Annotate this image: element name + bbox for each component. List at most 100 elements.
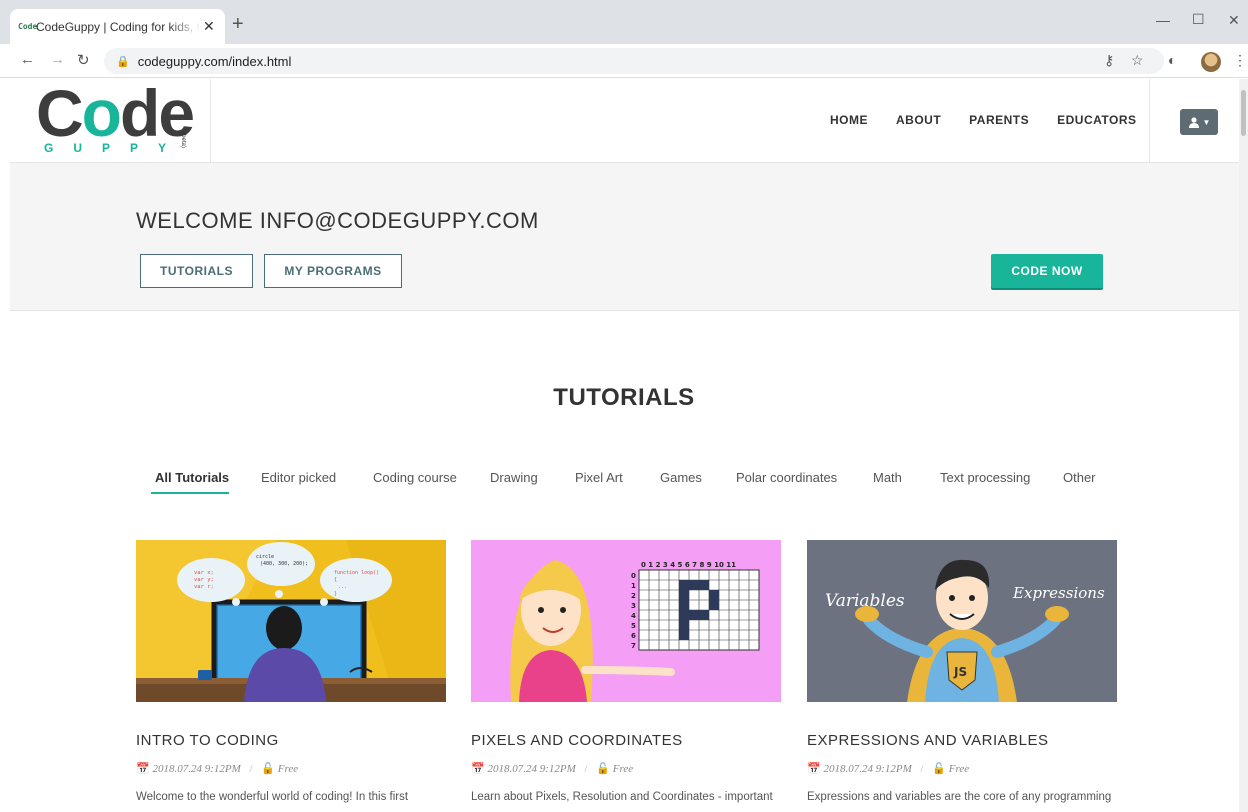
card-access: Free [612, 763, 634, 775]
meta-separator: / [920, 763, 924, 775]
unlock-icon: 🔓 [596, 763, 611, 775]
page-scrollbar[interactable] [1239, 79, 1248, 812]
expressions-word: Expressions [1012, 584, 1105, 602]
card-description: Learn about Pixels, Resolution and Coord… [471, 791, 773, 803]
grid-row-label: 7 [631, 642, 636, 650]
scrollbar-thumb[interactable] [1241, 90, 1246, 136]
code-now-button[interactable]: CODE NOW [991, 254, 1103, 288]
unlock-icon: 🔓 [261, 763, 276, 775]
caret-down-icon: ▼ [1202, 117, 1211, 127]
bookmark-star-icon[interactable]: ☆ [1131, 52, 1144, 69]
nav-educators[interactable]: EDUCATORS [1057, 113, 1136, 127]
grid-row-label: 6 [631, 632, 636, 640]
tutorial-filter-tabs: All Tutorials Editor picked Coding cours… [0, 470, 1248, 500]
tutorial-thumbnail[interactable]: var x; var y; var r; circle (400, 300, 200)… [136, 540, 446, 702]
tutorial-thumbnail[interactable]: JS Variables Expressions [807, 540, 1117, 702]
card-date: 2018.07.24 9:12PM [823, 763, 912, 775]
welcome-title: WELCOME INFO@CODEGUPPY.COM [136, 208, 539, 233]
logo-subtitle: GUPPY [44, 141, 187, 155]
filter-other[interactable]: Other [1063, 470, 1096, 485]
card-meta: 📅 2018.07.24 9:12PM / 🔓 Free [136, 762, 298, 775]
nav-parents[interactable]: PARENTS [969, 113, 1029, 127]
card-access: Free [948, 763, 970, 775]
grid-column-labels: 0 1 2 3 4 5 6 7 8 9 10 11 [641, 561, 736, 569]
filter-editor-picked[interactable]: Editor picked [261, 470, 336, 485]
grid-row-label: 1 [631, 582, 636, 590]
logo-beta-label: (beta) [179, 132, 186, 148]
variables-word: Variables [825, 591, 905, 611]
tab-close-icon[interactable]: ✕ [203, 18, 215, 35]
card-description: Welcome to the wonderful world of coding… [136, 791, 409, 803]
calendar-icon: 📅 [136, 763, 150, 775]
tutorial-card-intro-to-coding[interactable]: var x; var y; var r; circle (400, 300, 200)… [136, 540, 446, 803]
card-meta: 📅 2018.07.24 9:12PM / 🔓 Free [807, 762, 969, 775]
user-menu-button[interactable]: ▼ [1180, 109, 1218, 135]
meta-separator: / [584, 763, 588, 775]
codeguppy-favicon-icon: Code [18, 21, 38, 31]
address-bar[interactable]: 🔒 codeguppy.com/index.html [104, 48, 1164, 74]
grid-row-label: 3 [631, 602, 636, 610]
calendar-icon: 📅 [471, 763, 485, 775]
logo-wordmark: Code [36, 76, 195, 150]
svg-text:var x;var y;var r;: var x; var y; var r; [194, 570, 214, 590]
tutorial-thumbnail[interactable]: 0 1 2 3 4 5 6 7 8 9 10 11 0 1 2 3 4 5 6 … [471, 540, 781, 702]
calendar-icon: 📅 [807, 763, 821, 775]
grid-row-label: 0 [631, 572, 636, 580]
my-programs-button[interactable]: MY PROGRAMS [264, 254, 402, 288]
filter-all-tutorials[interactable]: All Tutorials [155, 470, 229, 485]
grid-row-label: 2 [631, 592, 636, 600]
filter-math[interactable]: Math [873, 470, 902, 485]
filter-polar-coordinates[interactable]: Polar coordinates [736, 470, 837, 485]
browser-tab-strip: Code CodeGuppy | Coding for kids, teens … [0, 0, 1248, 44]
new-tab-button[interactable]: + [232, 14, 244, 34]
tutorial-card-pixels-and-coordinates[interactable]: 0 1 2 3 4 5 6 7 8 9 10 11 0 1 2 3 4 5 6 … [471, 540, 781, 803]
filter-games[interactable]: Games [660, 470, 702, 485]
coder-at-desk-illustration: var x; var y; var r; circle (400, 300, 200)… [136, 540, 446, 702]
browser-toolbar: ← → ↻ 🔒 codeguppy.com/index.html ⚷ ☆ ◐ ⋮ [0, 44, 1248, 78]
active-filter-underline [151, 492, 229, 494]
menu-dots-icon[interactable]: ⋮ [1233, 52, 1247, 69]
js-badge: JS [953, 665, 967, 679]
unlock-icon: 🔓 [932, 763, 947, 775]
main-nav: HOME ABOUT PARENTS EDUCATORS [830, 113, 1165, 127]
nav-about[interactable]: ABOUT [896, 113, 941, 127]
card-date: 2018.07.24 9:12PM [487, 763, 576, 775]
browser-tab[interactable]: Code CodeGuppy | Coding for kids, teens … [10, 9, 225, 44]
nav-divider [1149, 79, 1150, 163]
card-title[interactable]: EXPRESSIONS AND VARIABLES [807, 732, 1048, 749]
tutorials-button[interactable]: TUTORIALS [140, 254, 253, 288]
filter-pixel-art[interactable]: Pixel Art [575, 470, 623, 485]
card-title[interactable]: PIXELS AND COORDINATES [471, 732, 683, 749]
filter-text-processing[interactable]: Text processing [940, 470, 1030, 485]
meta-separator: / [249, 763, 253, 775]
key-icon[interactable]: ⚷ [1104, 52, 1114, 69]
card-meta: 📅 2018.07.24 9:12PM / 🔓 Free [471, 762, 633, 775]
welcome-band: WELCOME INFO@CODEGUPPY.COM TUTORIALS MY … [10, 163, 1239, 311]
card-date: 2018.07.24 9:12PM [152, 763, 241, 775]
filter-coding-course[interactable]: Coding course [373, 470, 457, 485]
tutorial-card-expressions-and-variables[interactable]: JS Variables Expressions EXPRESSIONS AND… [807, 540, 1117, 803]
back-arrow-icon[interactable]: ← [20, 51, 35, 68]
card-description: Expressions and variables are the core o… [807, 791, 1112, 803]
profile-avatar[interactable] [1201, 52, 1221, 72]
filter-drawing[interactable]: Drawing [490, 470, 538, 485]
tutorials-section-title: TUTORIALS [553, 384, 695, 411]
site-header: Code GUPPY (beta) HOME ABOUT PARENTS EDU… [10, 76, 1239, 163]
window-minimize-button[interactable]: — [1156, 12, 1170, 28]
window-close-button[interactable]: ✕ [1228, 12, 1240, 29]
nav-home[interactable]: HOME [830, 113, 868, 127]
address-url: codeguppy.com/index.html [137, 53, 292, 69]
forward-arrow-icon[interactable]: → [50, 51, 65, 68]
tab-title: CodeGuppy | Coding for kids, teens and a… [36, 19, 201, 34]
card-title[interactable]: INTRO TO CODING [136, 732, 279, 749]
superhero-illustration: JS Variables Expressions [825, 559, 1105, 702]
extension-icon[interactable]: ◐ [1168, 52, 1176, 68]
lock-icon: 🔒 [116, 55, 130, 68]
window-maximize-button[interactable]: ☐ [1192, 11, 1205, 28]
logo[interactable]: Code GUPPY (beta) [10, 76, 211, 163]
grid-row-label: 5 [631, 622, 636, 630]
grid-row-label: 4 [631, 612, 636, 620]
user-icon [1188, 116, 1199, 128]
reload-icon[interactable]: ↻ [77, 51, 90, 69]
card-access: Free [277, 763, 299, 775]
